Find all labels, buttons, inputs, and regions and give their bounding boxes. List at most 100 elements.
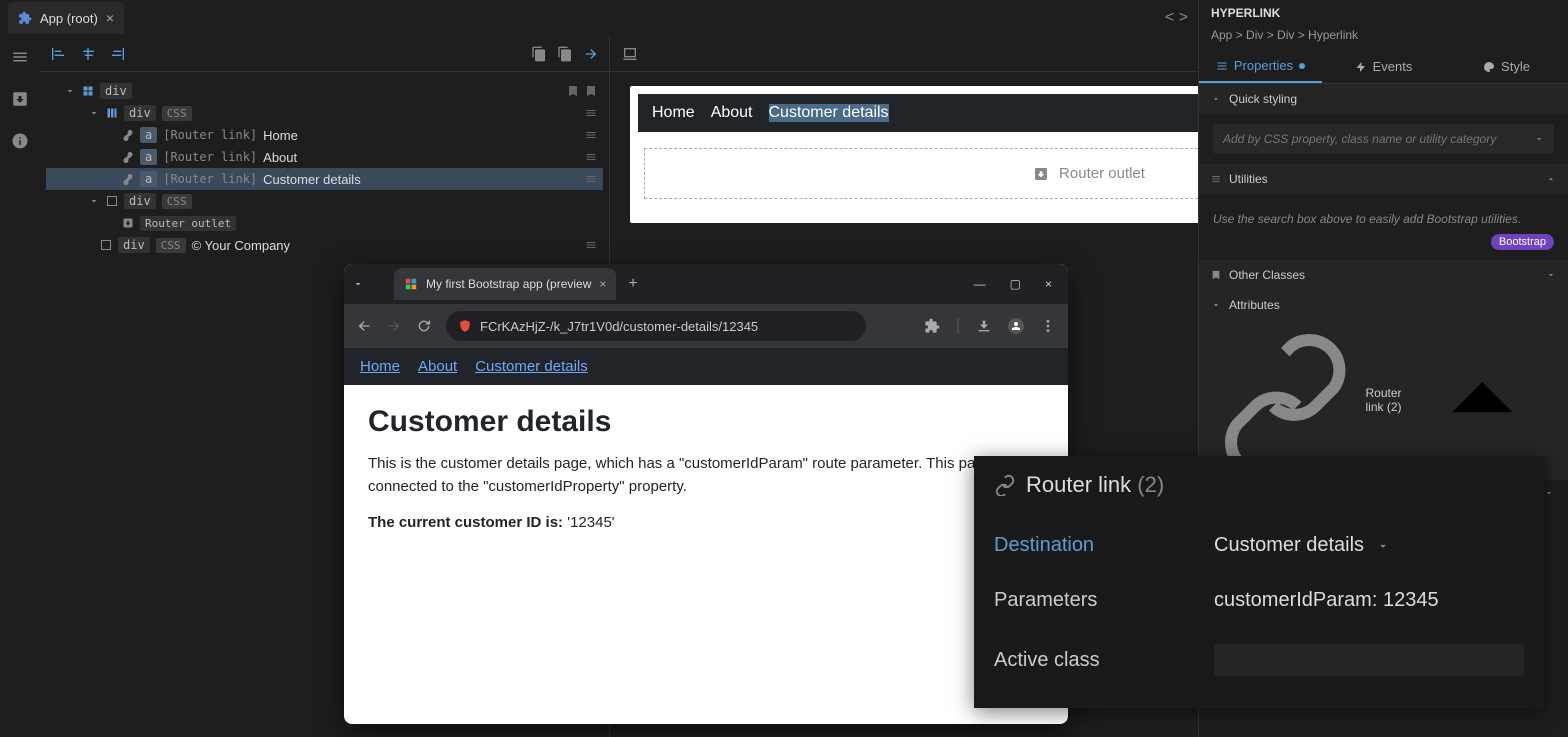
device-icon[interactable] <box>622 46 638 62</box>
align-left-icon[interactable] <box>50 46 66 62</box>
palette-icon <box>1483 61 1495 73</box>
nav-home[interactable]: Home <box>652 104 695 122</box>
menu-icon <box>585 173 597 185</box>
tree-row-div-outlet[interactable]: div CSS <box>46 190 603 212</box>
css-search-input[interactable]: Add by CSS property, class name or utili… <box>1213 124 1554 154</box>
new-tab-button[interactable]: + <box>628 275 637 293</box>
tag-icon <box>585 85 597 97</box>
tab-style[interactable]: Style <box>1445 50 1568 83</box>
app-tab[interactable]: App (root) × <box>8 2 124 34</box>
menu-icon <box>585 129 597 141</box>
minimize-icon[interactable]: — <box>974 277 986 291</box>
shield-icon <box>458 319 472 333</box>
nav-about[interactable]: About <box>711 104 753 122</box>
tree-row-link-home[interactable]: a [Router link] Home <box>46 124 603 146</box>
chevron-down-icon <box>64 85 76 97</box>
popup-destination: Destination Customer details <box>994 518 1524 573</box>
menu-icon[interactable] <box>11 48 29 66</box>
panel-tabs: Properties Events Style <box>1199 50 1568 84</box>
browser-tab[interactable]: My first Bootstrap app (preview × <box>394 268 616 300</box>
section-utilities[interactable]: Utilities <box>1199 164 1568 194</box>
element-tree: div div CSS a [Router link] Home <box>40 72 609 264</box>
chevron-down-icon[interactable] <box>352 278 364 290</box>
info-icon[interactable] <box>11 132 29 150</box>
outlet-icon <box>122 217 134 229</box>
chevron-down-icon <box>1211 94 1221 104</box>
close-window-icon[interactable]: × <box>1045 277 1052 291</box>
destination-dropdown[interactable]: Customer details <box>1214 534 1390 557</box>
popup-parameters: Parameters customerIdParam: 12345 <box>994 573 1524 628</box>
nav-customer[interactable]: Customer details <box>769 104 889 122</box>
tab-events[interactable]: Events <box>1322 50 1445 83</box>
link-customer[interactable]: Customer details <box>475 358 588 375</box>
tree-row-div[interactable]: div <box>46 80 603 102</box>
app-icon <box>404 277 418 291</box>
address-bar[interactable]: FCrKAzHjZ-/k_J7tr1V0d/customer-details/1… <box>446 311 866 341</box>
tag-icon <box>567 85 579 97</box>
dot-icon <box>1299 63 1305 69</box>
page-nav: Home About Customer details <box>344 348 1068 385</box>
tree-row-div-nav[interactable]: div CSS <box>46 102 603 124</box>
maximize-icon[interactable]: ▢ <box>1010 277 1021 291</box>
menu-icon <box>585 151 597 163</box>
left-rail <box>0 36 40 737</box>
align-right-icon[interactable] <box>110 46 126 62</box>
list-icon <box>1216 60 1228 72</box>
link-about[interactable]: About <box>418 358 457 375</box>
close-icon[interactable]: × <box>599 277 606 291</box>
more-icon[interactable] <box>1040 318 1056 334</box>
copy-icon[interactable] <box>531 46 547 62</box>
chevron-down-icon <box>1211 300 1221 310</box>
browser-toolbar: FCrKAzHjZ-/k_J7tr1V0d/customer-details/1… <box>344 304 1068 348</box>
tree-row-company[interactable]: div CSS © Your Company <box>46 234 603 256</box>
extension-icon[interactable] <box>924 318 940 334</box>
page-body: Customer details This is the customer de… <box>344 385 1068 569</box>
tag-icon <box>1211 270 1221 280</box>
forward-icon[interactable] <box>386 318 402 334</box>
download-icon[interactable] <box>976 318 992 334</box>
link-icon <box>122 151 134 163</box>
chevron-up-icon <box>1410 328 1554 472</box>
outlet-icon <box>1033 166 1049 182</box>
tree-row-router-outlet[interactable]: Router outlet <box>46 212 603 234</box>
reload-icon[interactable] <box>416 318 432 334</box>
back-icon[interactable] <box>356 318 372 334</box>
breadcrumb: App > Div > Div > Hyperlink <box>1199 26 1568 50</box>
menu-icon <box>585 107 597 119</box>
tree-row-link-customer[interactable]: a [Router link] Customer details <box>46 168 603 190</box>
bolt-icon <box>1355 61 1367 73</box>
section-attributes[interactable]: Attributes <box>1199 290 1568 320</box>
link-icon <box>122 129 134 141</box>
chevron-down-icon <box>1546 270 1556 280</box>
customer-id-line: The current customer ID is: '12345' <box>368 512 1044 535</box>
menu-icon <box>585 239 597 251</box>
align-center-icon[interactable] <box>80 46 96 62</box>
section-quick-styling[interactable]: Quick styling <box>1199 84 1568 114</box>
tree-row-link-about[interactable]: a [Router link] About <box>46 146 603 168</box>
utilities-body: Use the search box above to easily add B… <box>1199 194 1568 260</box>
active-class-input[interactable] <box>1214 644 1524 676</box>
tree-toolbar <box>40 36 609 72</box>
profile-icon[interactable] <box>1008 318 1024 334</box>
columns-icon <box>106 107 118 119</box>
link-home[interactable]: Home <box>360 358 400 375</box>
tab-properties[interactable]: Properties <box>1199 50 1322 83</box>
chevron-down-icon <box>88 107 100 119</box>
box-icon <box>106 195 118 207</box>
chevron-down-icon <box>1376 539 1390 553</box>
quick-styling-body: Add by CSS property, class name or utili… <box>1199 114 1568 164</box>
popup-active-class: Active class <box>994 628 1524 692</box>
chevron-up-icon <box>1546 174 1556 184</box>
export-icon[interactable] <box>11 90 29 108</box>
page-title: Customer details <box>368 405 1044 439</box>
clone-icon[interactable] <box>557 46 573 62</box>
bootstrap-badge[interactable]: Bootstrap <box>1491 234 1554 250</box>
browser-titlebar: My first Bootstrap app (preview × + — ▢ … <box>344 264 1068 304</box>
arrow-right-icon[interactable] <box>583 46 599 62</box>
box-icon <box>100 239 112 251</box>
page-description: This is the customer details page, which… <box>368 453 1044 498</box>
section-other-classes[interactable]: Other Classes <box>1199 260 1568 290</box>
router-link-popup: Router link (2) Destination Customer det… <box>974 456 1544 708</box>
browser-content: Home About Customer details Customer det… <box>344 348 1068 569</box>
close-icon[interactable]: × <box>106 10 114 26</box>
